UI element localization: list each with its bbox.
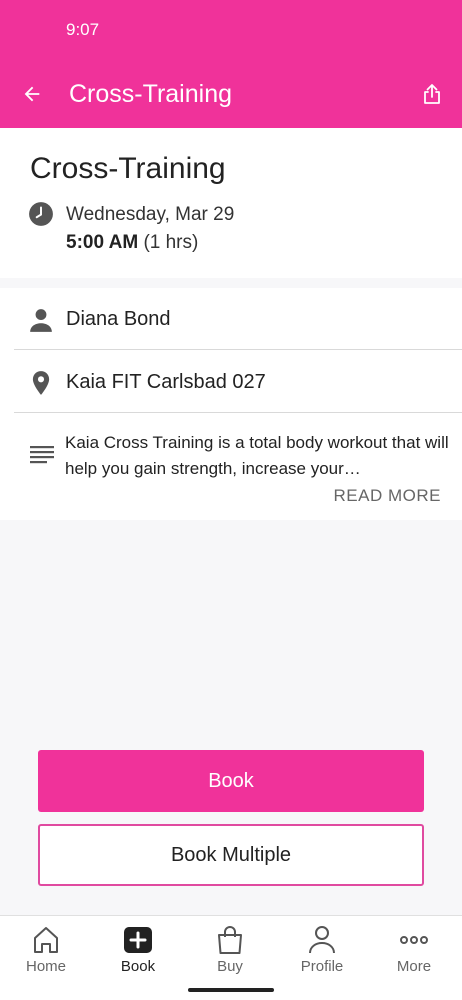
tab-profile[interactable]: Profile [276, 924, 368, 984]
person-icon [30, 309, 52, 332]
class-title: Cross-Training [30, 152, 226, 185]
status-time: 9:07 [66, 20, 100, 39]
tab-label: Profile [300, 958, 344, 975]
instructor-row[interactable]: Diana Bond [14, 288, 462, 350]
read-more-link[interactable]: READ MORE [334, 486, 441, 506]
tab-label: Buy [217, 958, 243, 975]
tab-more[interactable]: More [368, 924, 460, 984]
location-pin-icon [32, 371, 50, 395]
plus-square-icon [124, 927, 152, 953]
instructor-name: Diana Bond [66, 308, 171, 330]
home-icon [34, 927, 58, 953]
tab-book[interactable]: Book [92, 924, 184, 984]
tab-label: Home [25, 958, 66, 975]
share-button[interactable] [416, 78, 448, 110]
profile-icon [309, 926, 335, 954]
tab-home[interactable]: Home [0, 924, 92, 984]
book-button[interactable]: Book [38, 750, 424, 812]
share-icon [424, 84, 440, 104]
location-name: Kaia FIT Carlsbad 027 [66, 371, 266, 393]
location-row[interactable]: Kaia FIT Carlsbad 027 [14, 351, 462, 413]
app-bar: 9:07 Cross-Training [0, 0, 462, 128]
home-indicator [188, 988, 274, 992]
more-dots-icon [400, 936, 428, 944]
description-icon [30, 446, 54, 464]
class-time: 5:00 AM (1 hrs) [66, 232, 198, 254]
class-details: Diana Bond Kaia FIT Carlsbad 027 Kaia Cr… [0, 288, 462, 520]
tab-label: More [396, 958, 432, 975]
app-bar-title: Cross-Training [69, 80, 233, 108]
book-multiple-button[interactable]: Book Multiple [38, 824, 424, 886]
shopping-bag-icon [218, 926, 242, 954]
tab-buy[interactable]: Buy [184, 924, 276, 984]
tab-label: Book [120, 958, 156, 975]
class-header: Cross-Training Wednesday, Mar 29 5:00 AM… [0, 128, 462, 278]
class-date: Wednesday, Mar 29 [66, 204, 235, 225]
class-description: Kaia Cross Training is a total body work… [65, 433, 449, 478]
class-duration: (1 hrs) [143, 232, 199, 253]
arrow-left-icon [24, 86, 40, 102]
clock-icon [29, 202, 53, 226]
class-start-time: 5:00 AM [66, 232, 139, 253]
back-button[interactable] [16, 78, 48, 110]
